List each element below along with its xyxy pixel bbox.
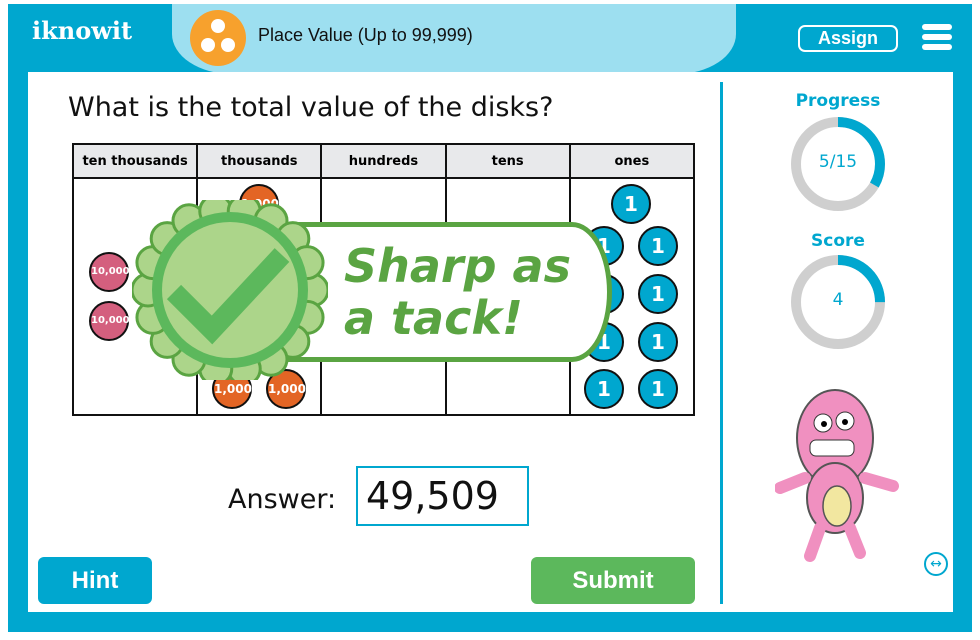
- assign-button[interactable]: Assign: [798, 25, 898, 52]
- column-header: tens: [444, 143, 571, 179]
- feedback-line: Sharp as: [344, 239, 571, 293]
- divider: [720, 82, 723, 604]
- disk-one: 1: [611, 184, 651, 224]
- iknowit-logo[interactable]: iknowit: [32, 16, 132, 45]
- submit-button[interactable]: Submit: [531, 557, 695, 604]
- lesson-title: Place Value (Up to 99,999): [258, 25, 473, 45]
- hint-button[interactable]: Hint: [38, 557, 152, 604]
- disk-one: 1: [584, 369, 624, 409]
- score-value: 4: [832, 290, 844, 310]
- column-header: thousands: [196, 143, 323, 179]
- three-dots-icon: [190, 10, 246, 66]
- progress-label: Progress: [795, 91, 881, 111]
- disk-ten-thousand: 10,000: [89, 301, 130, 341]
- column-header: ten thousands: [71, 143, 199, 179]
- checkmark-badge-icon: [132, 200, 328, 380]
- question-text: What is the total value of the disks?: [68, 92, 554, 123]
- disk-one: 1: [638, 369, 678, 409]
- disk-one: 1: [638, 274, 678, 314]
- answer-input[interactable]: 49,509: [356, 466, 529, 526]
- feedback-message: Sharp as a tack!: [344, 240, 571, 344]
- monster-mascot: [775, 389, 899, 562]
- disk-one: 1: [638, 226, 678, 266]
- progress-value: 5/15: [818, 152, 858, 172]
- score-label: Score: [811, 231, 865, 251]
- answer-label: Answer:: [228, 484, 337, 515]
- expand-icon[interactable]: ↔: [924, 552, 948, 576]
- column-header: hundreds: [320, 143, 447, 179]
- feedback-line: a tack!: [344, 291, 523, 345]
- hamburger-icon[interactable]: [922, 24, 952, 54]
- disk-one: 1: [638, 322, 678, 362]
- disk-ten-thousand: 10,000: [89, 252, 130, 292]
- column-header: ones: [568, 143, 696, 179]
